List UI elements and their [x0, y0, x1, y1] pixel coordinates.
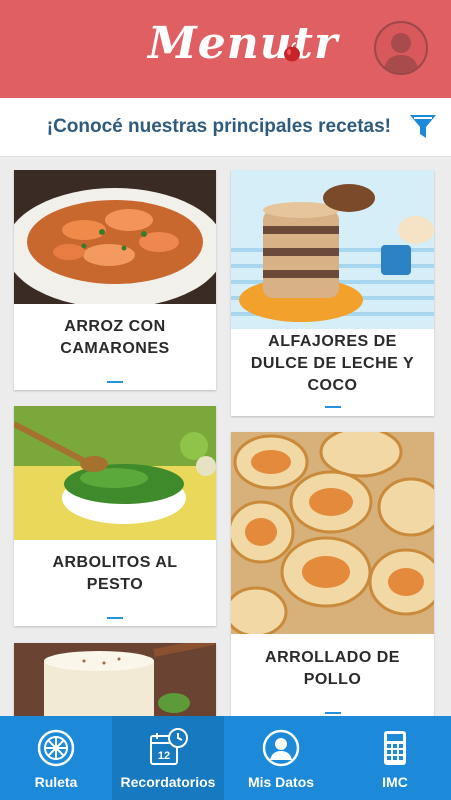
- recipe-card-arroz[interactable]: ARROZ CON CAMARONES: [14, 170, 216, 390]
- card-divider: [324, 712, 341, 714]
- calendar-number: 12: [158, 750, 170, 762]
- bottom-tab-bar: Ruleta 12 Recordatorios Mis Datos IMC: [0, 716, 451, 800]
- tab-label: IMC: [382, 774, 408, 790]
- recipe-title: ARROZ CON CAMARONES: [60, 318, 170, 357]
- recipe-photo: [14, 406, 216, 540]
- section-title: ¡Conocé nuestras principales recetas!: [46, 116, 391, 137]
- apple-icon: [284, 42, 300, 62]
- recipe-card-arrollado[interactable]: ARROLLADO DE POLLO: [231, 432, 434, 722]
- card-divider: [107, 617, 123, 619]
- recipe-photo: [231, 432, 434, 634]
- recipe-photo: [14, 643, 216, 723]
- recipe-photo: [231, 170, 434, 329]
- recipe-card-alfajores[interactable]: ALFAJORES DE DULCE DE LECHE Y COCO: [231, 170, 434, 416]
- tab-imc[interactable]: IMC: [339, 716, 451, 800]
- tab-recordatorios[interactable]: 12 Recordatorios: [112, 716, 224, 800]
- recipe-card-bebida[interactable]: [14, 643, 216, 723]
- user-circle-icon: [262, 729, 300, 767]
- tab-label: Recordatorios: [120, 774, 216, 790]
- recipe-title: ALFAJORES DE DULCE DE LECHE Y COCO: [250, 333, 415, 394]
- calculator-icon: [384, 731, 406, 765]
- recipe-photo: [14, 170, 216, 304]
- tab-mis-datos[interactable]: Mis Datos: [225, 716, 337, 800]
- recipe-card-arbolitos[interactable]: ARBOLITOS AL PESTO: [14, 406, 216, 626]
- tab-label: Mis Datos: [247, 774, 315, 790]
- tab-ruleta[interactable]: Ruleta: [0, 716, 112, 800]
- app-header: Menutr: [0, 0, 451, 98]
- card-divider: [107, 381, 123, 383]
- app-logo: Menutr: [148, 18, 339, 69]
- card-divider: [324, 406, 341, 408]
- roulette-icon: [37, 729, 75, 767]
- calendar-clock-icon: 12: [150, 728, 188, 765]
- user-silhouette-icon: [383, 33, 419, 73]
- recipe-title: ARROLLADO DE POLLO: [265, 649, 400, 688]
- section-header: ¡Conocé nuestras principales recetas!: [0, 98, 451, 157]
- recipe-title: ARBOLITOS AL PESTO: [52, 554, 178, 593]
- tab-label: Ruleta: [34, 774, 78, 790]
- user-avatar[interactable]: [374, 21, 428, 75]
- filter-icon[interactable]: [408, 112, 438, 142]
